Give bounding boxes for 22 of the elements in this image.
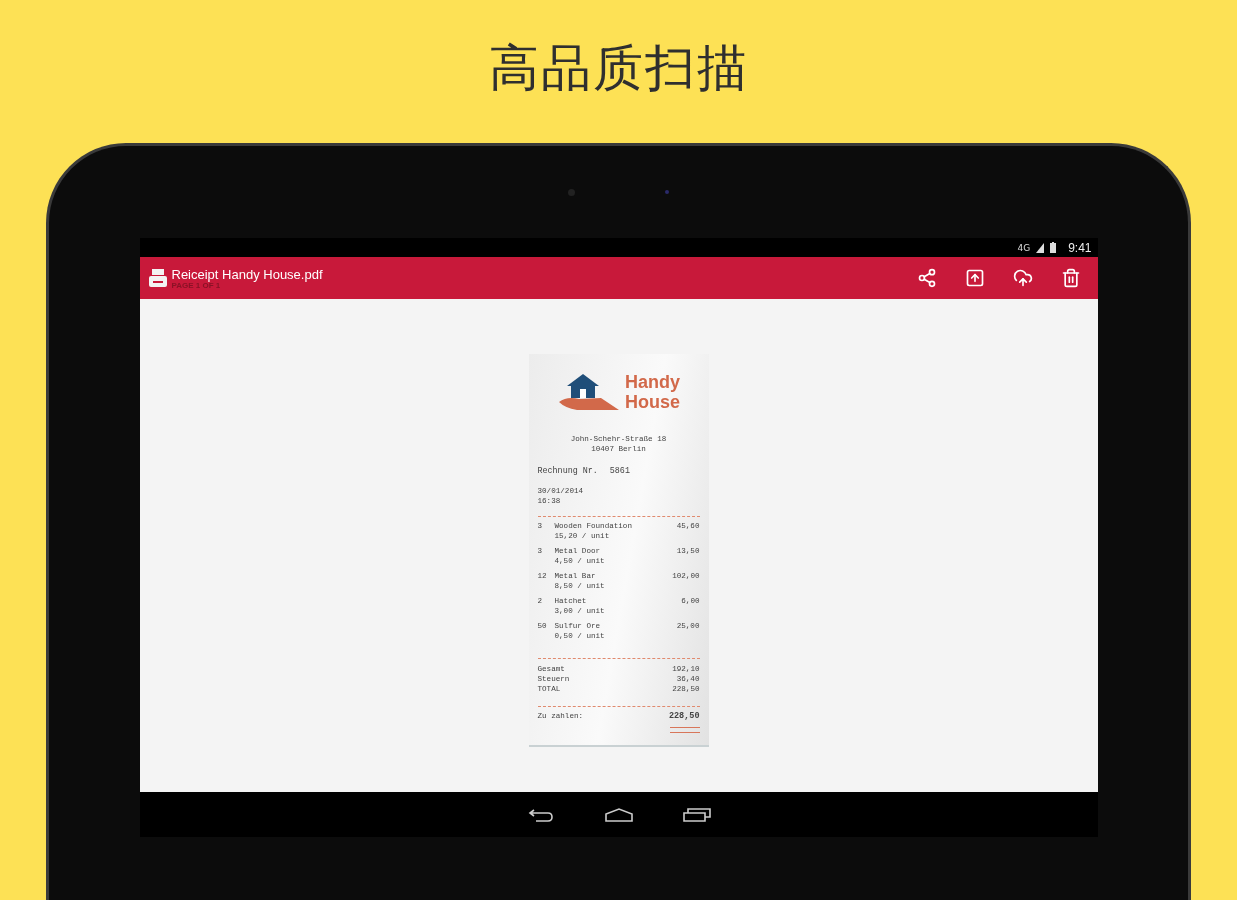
logo-drawing [557, 372, 619, 412]
trash-icon [1060, 268, 1081, 288]
back-icon [527, 806, 554, 823]
brand-name: House [625, 392, 680, 412]
recents-icon [682, 807, 711, 822]
share-icon [916, 268, 937, 288]
headline: 高品质扫描 [488, 38, 749, 99]
invoice-label: Rechnung Nr. [537, 466, 598, 476]
signal-icon [1036, 242, 1045, 253]
scanner-app-icon[interactable] [147, 269, 168, 287]
amount-due-value: 228,50 [668, 711, 700, 721]
home-icon [604, 807, 633, 822]
upload-box-icon [964, 268, 985, 288]
document-title: Reiceipt Handy House.pdf [171, 266, 324, 282]
network-type: 4G [1017, 242, 1031, 253]
battery-icon [1050, 242, 1057, 253]
page-count: PAGE 1 OF 1 [171, 281, 222, 290]
brand-name: Handy [625, 372, 680, 392]
camera-lens [665, 190, 669, 194]
cloud-upload-icon [1012, 268, 1033, 288]
clock: 9:41 [1068, 240, 1092, 255]
invoice-number: 5861 [609, 466, 630, 476]
